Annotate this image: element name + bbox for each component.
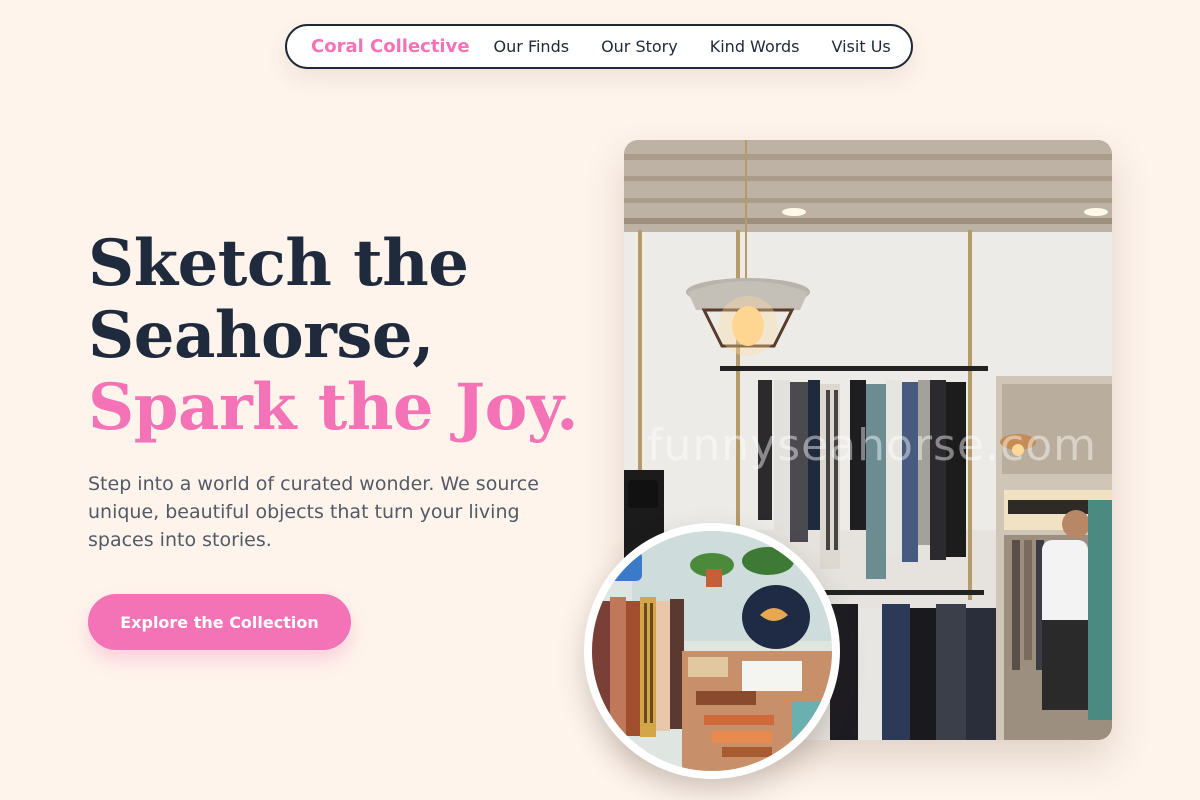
nav-link-our-story[interactable]: Our Story xyxy=(601,37,678,56)
nav-link-kind-words[interactable]: Kind Words xyxy=(710,37,800,56)
brand-logo-link[interactable]: Coral Collective xyxy=(311,36,470,57)
headline-accent: Spark the Joy. xyxy=(88,370,578,445)
hero-subtitle: Step into a world of curated wonder. We … xyxy=(88,473,539,551)
headline-line-2: Seahorse, xyxy=(88,298,434,373)
nav-link-visit-us[interactable]: Visit Us xyxy=(832,37,891,56)
hero-headline: Sketch the Seahorse, Spark the Joy. xyxy=(88,228,578,444)
shop-detail-photo xyxy=(584,523,840,779)
nav-link-our-finds[interactable]: Our Finds xyxy=(494,37,570,56)
headline-line-1: Sketch the xyxy=(88,226,469,301)
explore-collection-button[interactable]: Explore the Collection xyxy=(88,594,351,650)
top-nav: Coral Collective Our Finds Our Story Kin… xyxy=(285,24,913,69)
watermark-text: funnyseahorse.com xyxy=(647,420,1097,471)
